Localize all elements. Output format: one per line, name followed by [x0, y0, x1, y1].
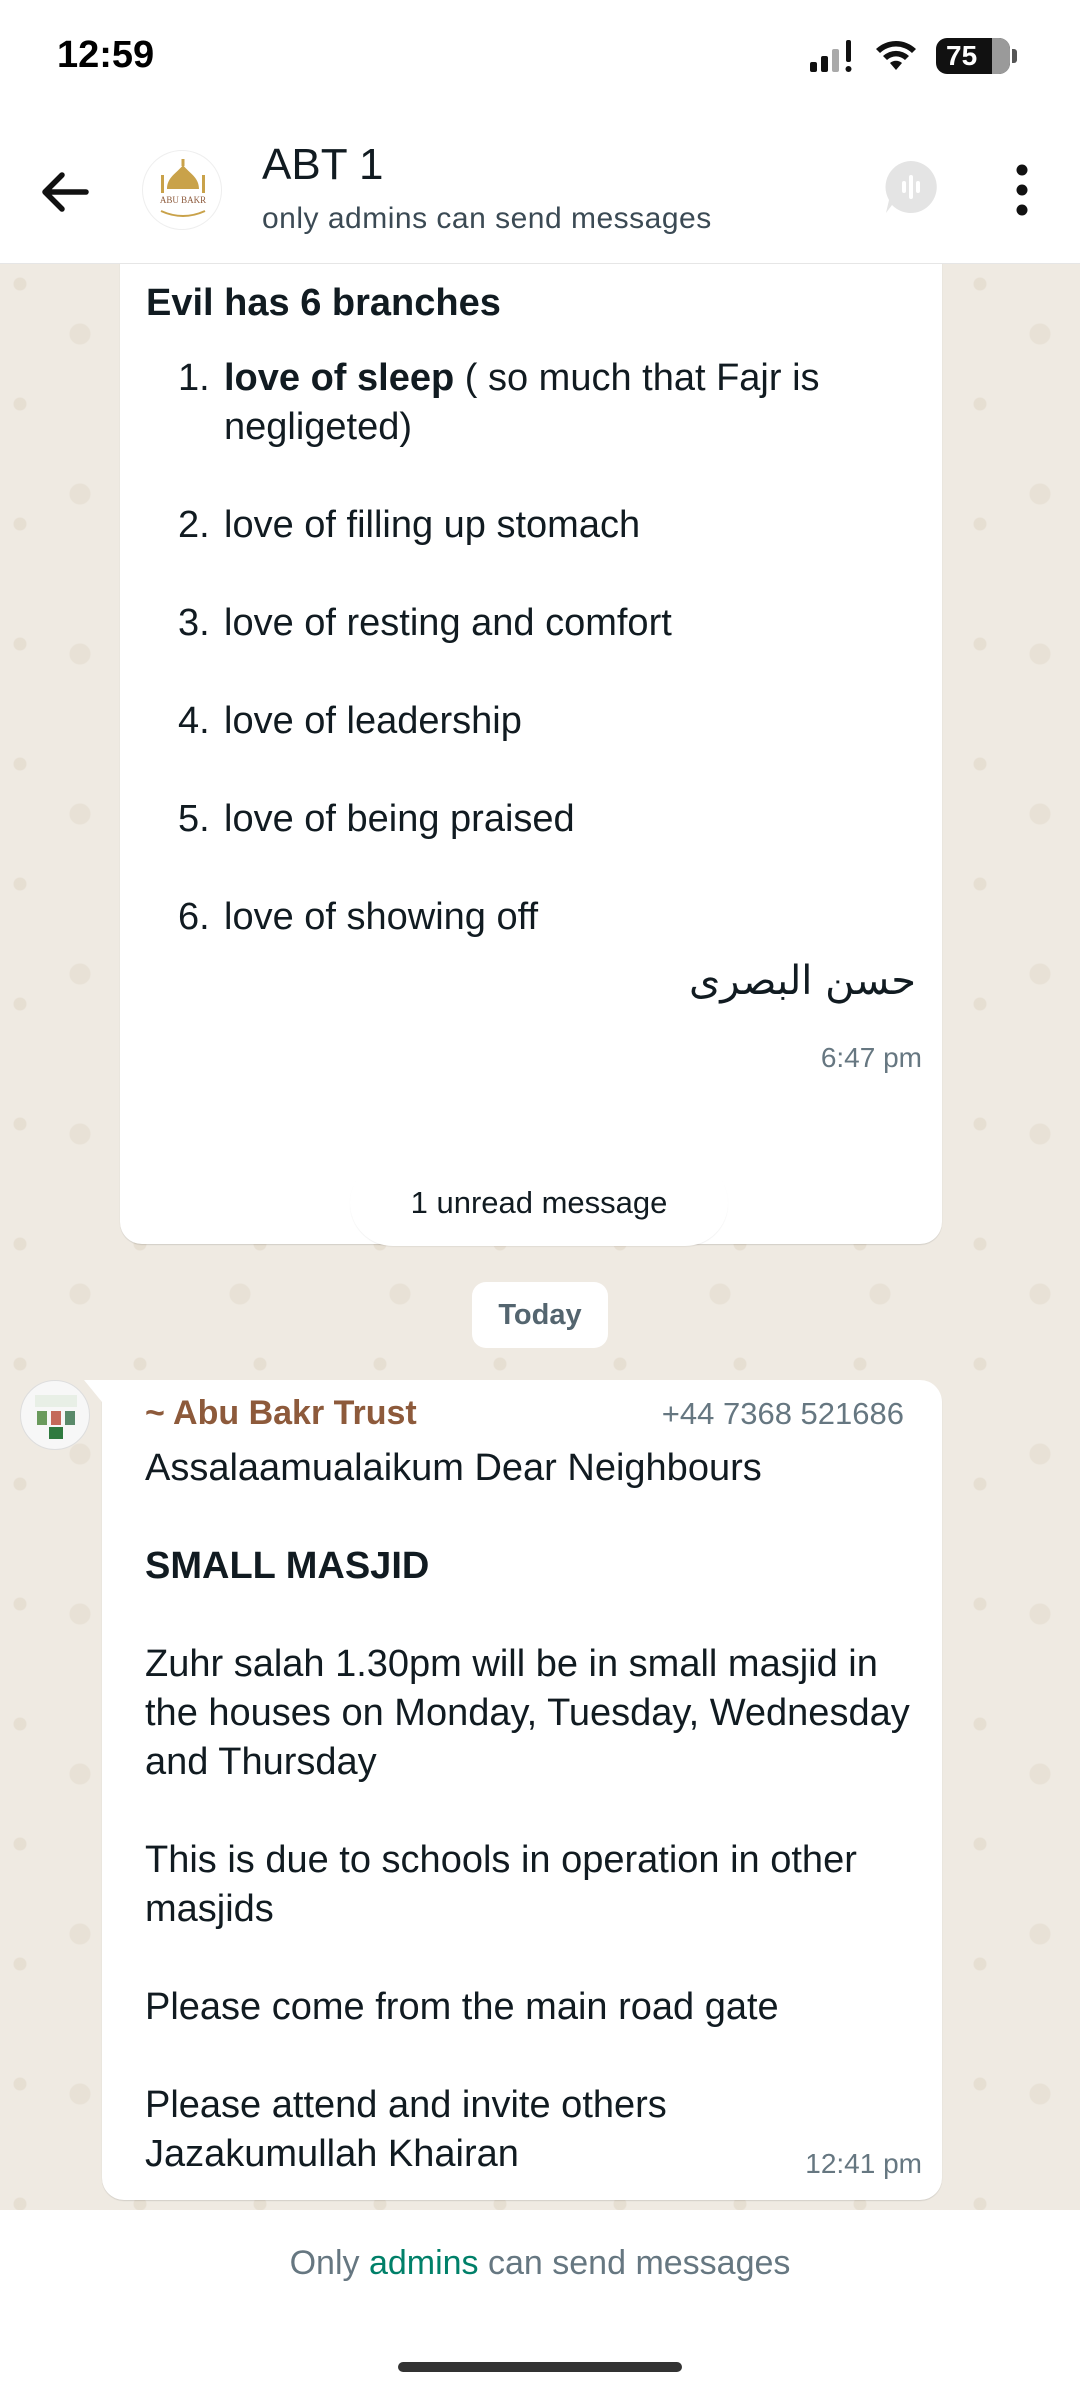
more-vertical-icon: [1016, 164, 1028, 216]
message-greeting: Assalaamualaikum Dear Neighbours: [145, 1447, 762, 1489]
status-bar: 12:59 75: [0, 0, 1080, 118]
message-paragraph: This is due to schools in operation in o…: [145, 1839, 857, 1930]
message-body: Assalaamualaikum Dear Neighbours SMALL M…: [145, 1444, 925, 2179]
list-text: love of being praised: [224, 798, 575, 840]
list-number: 5.: [178, 798, 210, 840]
status-icons: 75: [808, 38, 1017, 74]
sender-logo-icon: [35, 1395, 77, 1439]
date-separator: Today: [472, 1282, 608, 1348]
list-bold-text: love of sleep: [224, 357, 455, 399]
arrow-left-icon: [42, 172, 89, 212]
notice-text: can send messages: [478, 2244, 791, 2282]
list-text: love of showing off: [224, 896, 539, 938]
chat-header: ABU BAKR ABT 1 only admins can send mess…: [0, 118, 1080, 264]
admin-only-notice: Only admins can send messages: [0, 2244, 1080, 2283]
list-number: 4.: [178, 700, 210, 742]
message-title: SMALL MASJID: [145, 1545, 430, 1587]
list-text: love of leadership: [224, 700, 522, 742]
chat-messages-area[interactable]: Evil has 6 branches 1. love of sleep ( s…: [0, 264, 1080, 2210]
back-button[interactable]: [34, 162, 94, 222]
message-closing: Jazakumullah Khairan: [145, 2133, 519, 2175]
message-heading: Evil has 6 branches: [146, 282, 501, 324]
notice-text: Only: [289, 2244, 369, 2282]
home-indicator[interactable]: [398, 2362, 682, 2372]
list-number: 6.: [178, 896, 210, 938]
message-paragraph: Zuhr salah 1.30pm will be in small masji…: [145, 1643, 910, 1783]
list-number: 3.: [178, 602, 210, 644]
group-avatar[interactable]: ABU BAKR: [142, 150, 222, 230]
avatar-logo-text: ABU BAKR: [160, 195, 206, 205]
message-timestamp: 6:47 pm: [820, 1042, 922, 1073]
list-number: 2.: [178, 504, 210, 546]
battery-level: 75: [946, 40, 978, 71]
arabic-signature: حسن البصری: [688, 958, 916, 1004]
list-text: love of filling up stomach: [224, 504, 641, 546]
more-options-button[interactable]: [1002, 158, 1042, 222]
cellular-signal-icon: [810, 40, 852, 72]
admin-only-footer: Only admins can send messages: [0, 2210, 1080, 2400]
sender-name[interactable]: ~ Abu Bakr Trust: [145, 1394, 417, 1433]
list-number: 1.: [178, 357, 210, 399]
message-bubble[interactable]: ~ Abu Bakr Trust +44 7368 521686 Assalaa…: [84, 1380, 942, 2200]
chat-title[interactable]: ABT 1: [262, 140, 383, 190]
voice-chat-button[interactable]: [880, 156, 942, 218]
message-timestamp: 12:41 pm: [805, 2148, 922, 2179]
admins-link[interactable]: admins: [369, 2244, 479, 2282]
message-paragraph: Please come from the main road gate: [145, 1986, 779, 2028]
chat-subtitle[interactable]: only admins can send messages: [262, 202, 712, 236]
sender-phone[interactable]: +44 7368 521686: [662, 1396, 904, 1432]
wifi-icon: [876, 41, 916, 70]
message-paragraph: Please attend and invite others: [145, 2084, 667, 2126]
message-bubble[interactable]: Evil has 6 branches 1. love of sleep ( s…: [120, 264, 942, 1244]
unread-messages-badge: 1 unread message: [350, 1160, 728, 1246]
mosque-logo-icon: ABU BAKR: [160, 159, 206, 217]
list-text: love of resting and comfort: [224, 602, 672, 644]
sender-avatar[interactable]: [20, 1380, 90, 1450]
voice-chat-icon: [885, 161, 937, 213]
status-time: 12:59: [57, 34, 155, 76]
battery-icon: 75: [936, 38, 1017, 74]
